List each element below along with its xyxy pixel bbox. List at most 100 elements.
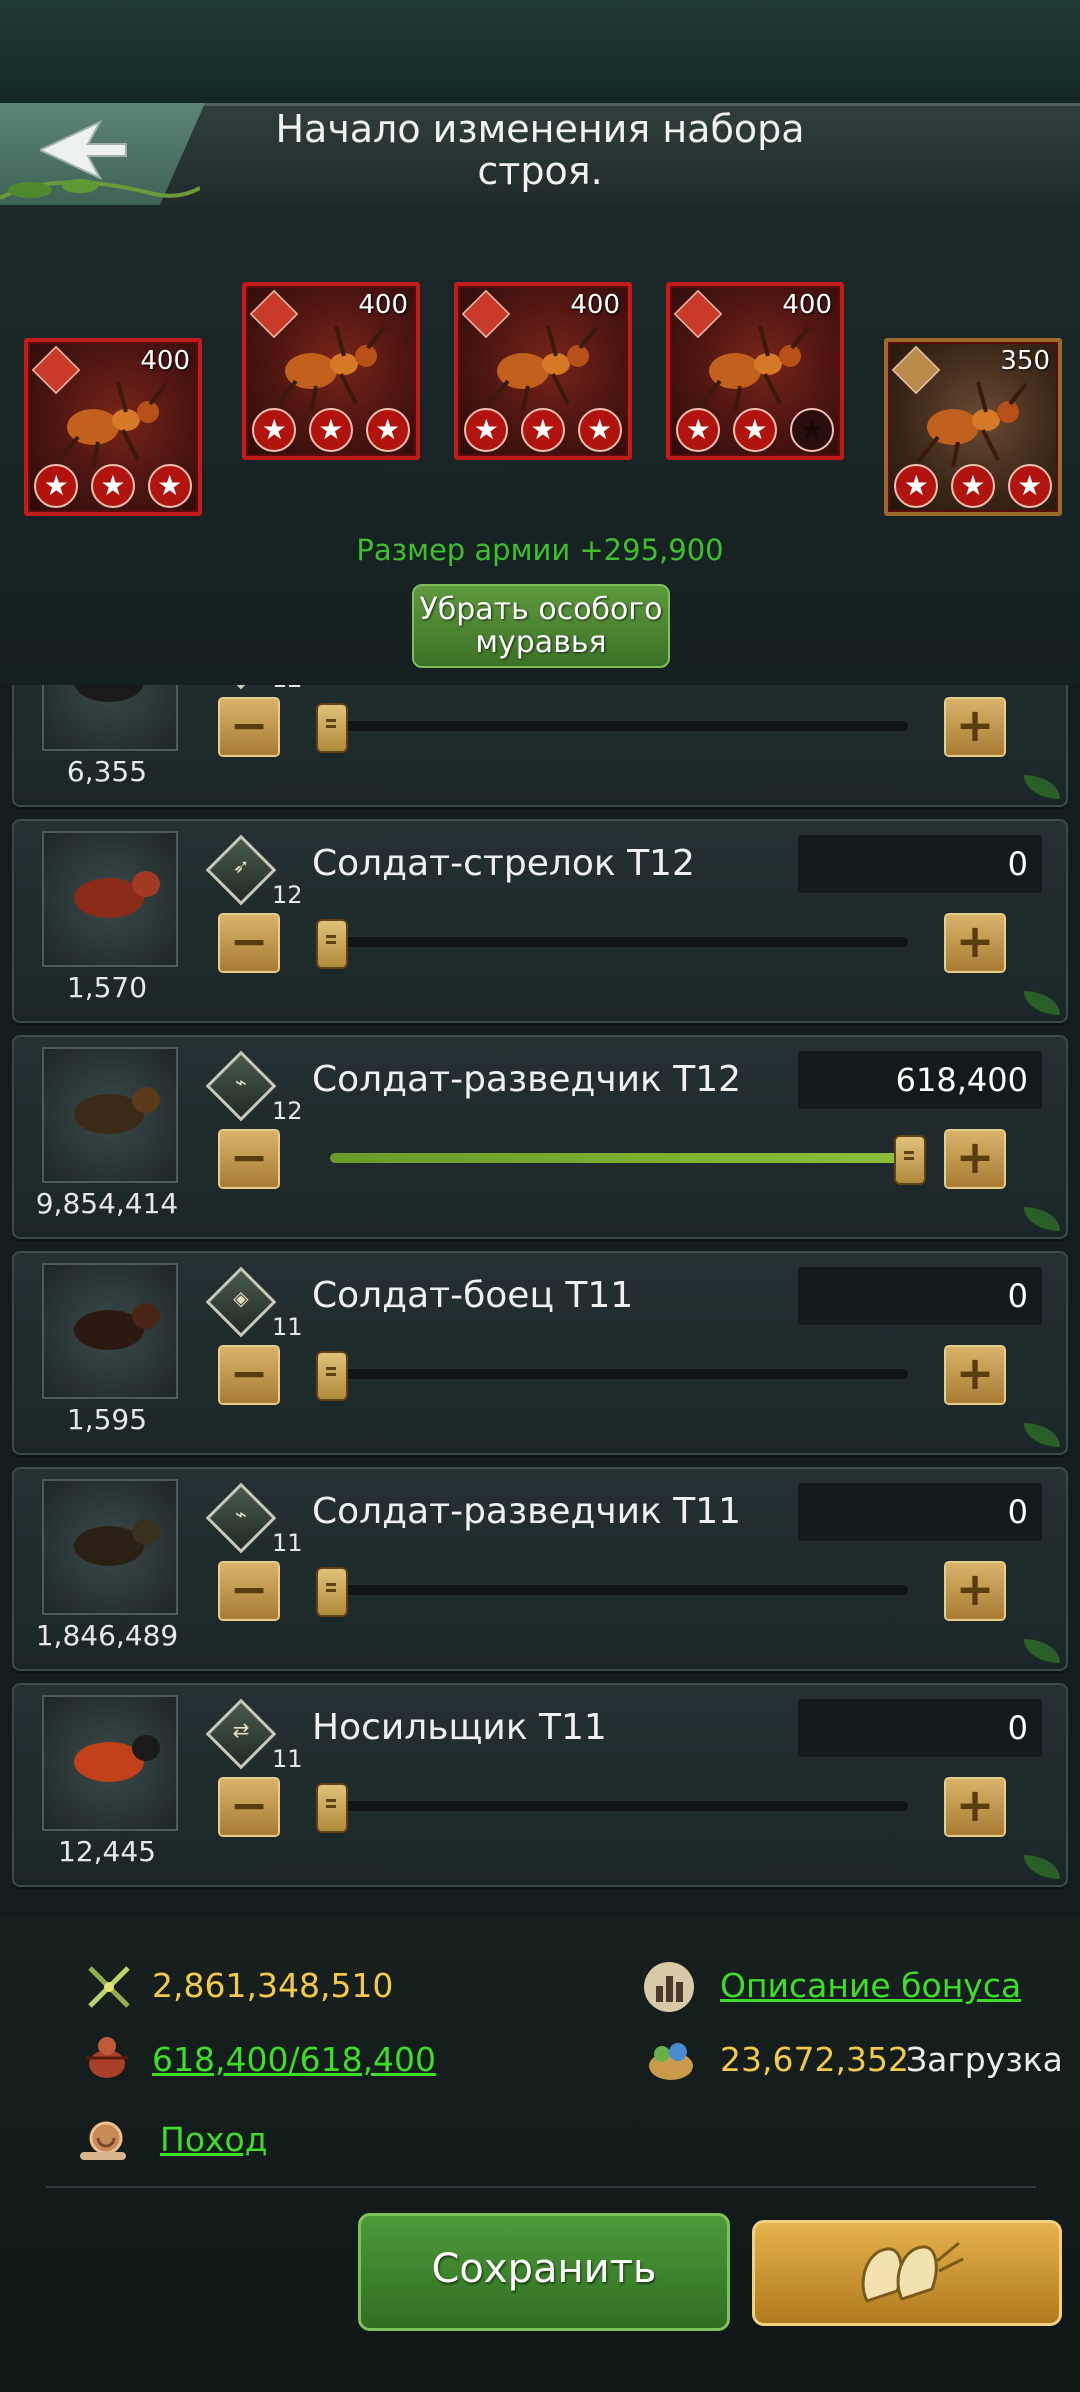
hero-card[interactable]: 400 ★ ★ ★ <box>454 282 632 460</box>
slider-handle[interactable] <box>894 1135 926 1185</box>
troop-amount-slider[interactable] <box>316 919 908 969</box>
decrease-button[interactable]: − <box>218 697 280 757</box>
leaf-decoration <box>1024 775 1060 799</box>
troop-amount-input[interactable]: 618,400 <box>798 1051 1042 1109</box>
troop-name: Солдат-стрелок T12 <box>312 843 695 884</box>
troop-amount-slider[interactable] <box>316 703 908 753</box>
star-icon: ★ <box>464 408 509 452</box>
troop-tier: 11 <box>272 1745 303 1773</box>
slider-handle[interactable] <box>316 1567 348 1617</box>
page-title: Начало изменения набора строя. <box>275 107 805 193</box>
troop-row: 9,854,414 ⌁ 12 Солдат-разведчик T12 618,400 −… <box>12 1035 1068 1239</box>
load-resources-icon <box>649 2043 693 2080</box>
hero-stars: ★ ★ ★ <box>670 408 840 452</box>
troop-available-count: 12,445 <box>58 1835 156 1868</box>
star-icon: ★ <box>732 408 777 452</box>
top-background <box>0 0 1080 105</box>
decrease-button[interactable]: − <box>218 1561 280 1621</box>
troop-portrait <box>42 1695 178 1831</box>
troop-portrait <box>42 685 178 751</box>
troop-type-icon: ➶ <box>205 834 277 906</box>
troop-available-count: 6,355 <box>66 755 148 788</box>
crossed-swords-icon <box>88 1966 130 2008</box>
bonus-description-link[interactable]: Описание бонуса <box>720 1966 1021 2005</box>
load-value: 23,672,352 <box>720 2040 909 2079</box>
decrease-button[interactable]: − <box>218 1777 280 1837</box>
troop-tier: 12 <box>272 1097 303 1125</box>
slider-handle[interactable] <box>316 1783 348 1833</box>
troop-row: 12,445 ⇄ 11 Носильщик T11 0 − + <box>12 1683 1068 1887</box>
increase-button[interactable]: + <box>944 913 1006 973</box>
hero-card[interactable]: 400 ★ ★ ★ <box>24 338 202 516</box>
hero-troop-count: 400 <box>570 290 620 320</box>
troop-list[interactable]: 6,355◈12Солдат-боец T120−+1,570➶12Солдат… <box>0 685 1080 1915</box>
star-icon: ★ <box>147 464 192 508</box>
ant-portrait-icon <box>274 325 386 412</box>
bonus-chart-icon[interactable] <box>642 1960 696 2014</box>
troop-tier: 12 <box>272 881 303 909</box>
troop-amount-input[interactable]: 0 <box>798 1483 1042 1541</box>
hero-card[interactable]: 400 ★ ★ ★ <box>242 282 420 460</box>
troop-row: 6,355◈12Солдат-боец T120−+ <box>12 685 1068 807</box>
troop-type-icon: ◈ <box>205 1266 277 1338</box>
troop-name: Солдат-разведчик T12 <box>312 1059 742 1100</box>
increase-button[interactable]: + <box>944 1561 1006 1621</box>
march-link[interactable]: Поход <box>160 2120 268 2159</box>
remove-special-ant-button[interactable]: Убрать особого муравья <box>412 584 670 668</box>
troop-type-icon: ⌁ <box>205 1050 277 1122</box>
hero-card[interactable]: 400 ★ ★ ★ <box>666 282 844 460</box>
troop-name: Носильщик T11 <box>312 1707 607 1748</box>
troop-row: 1,846,489 ⌁ 11 Солдат-разведчик T11 0 − + <box>12 1467 1068 1671</box>
star-icon: ★ <box>365 408 410 452</box>
army-size-label: Размер армии +295,900 <box>356 533 724 567</box>
ant-troops-icon <box>86 2037 128 2078</box>
troop-name: Солдат-боец T11 <box>312 1275 634 1316</box>
star-icon: ★ <box>789 408 834 452</box>
star-icon: ★ <box>676 408 721 452</box>
troop-amount-slider[interactable] <box>330 1135 926 1185</box>
troop-amount-slider[interactable] <box>316 1351 908 1401</box>
star-icon: ★ <box>950 464 995 508</box>
ant-portrait-icon <box>916 381 1028 468</box>
hero-troop-count: 400 <box>358 290 408 320</box>
ant-portrait-icon <box>698 325 810 412</box>
star-icon: ★ <box>520 408 565 452</box>
increase-button[interactable]: + <box>944 1345 1006 1405</box>
troop-count-link[interactable]: 618,400/618,400 <box>152 2040 436 2079</box>
hero-stars: ★ ★ ★ <box>28 464 198 508</box>
slider-handle[interactable] <box>316 1351 348 1401</box>
star-icon: ★ <box>308 408 353 452</box>
troop-portrait <box>42 1479 178 1615</box>
troop-available-count: 1,846,489 <box>35 1619 179 1652</box>
snail-icon <box>80 2121 126 2160</box>
decrease-button[interactable]: − <box>218 1129 280 1189</box>
march-button[interactable] <box>752 2220 1062 2326</box>
slider-handle[interactable] <box>316 703 348 753</box>
leaf-decoration <box>1024 991 1060 1015</box>
troop-amount-slider[interactable] <box>316 1783 908 1833</box>
hero-troop-count: 400 <box>782 290 832 320</box>
star-icon: ★ <box>1007 464 1052 508</box>
decrease-button[interactable]: − <box>218 1345 280 1405</box>
troop-amount-input[interactable]: 0 <box>798 1699 1042 1757</box>
increase-button[interactable]: + <box>944 697 1006 757</box>
decrease-button[interactable]: − <box>218 913 280 973</box>
increase-button[interactable]: + <box>944 1777 1006 1837</box>
troop-name: Солдат-разведчик T11 <box>312 1491 742 1532</box>
save-button[interactable]: Сохранить <box>358 2213 730 2331</box>
troop-row: 1,595 ◈ 11 Солдат-боец T11 0 − + <box>12 1251 1068 1455</box>
troop-tier: 11 <box>272 1529 303 1557</box>
slider-handle[interactable] <box>316 919 348 969</box>
troop-amount-input[interactable]: 0 <box>798 835 1042 893</box>
hero-card[interactable]: 350 ★ ★ ★ <box>884 338 1062 516</box>
ant-portrait-icon <box>56 381 168 468</box>
troop-amount-slider[interactable] <box>316 1567 908 1617</box>
troop-portrait <box>42 1263 178 1399</box>
leaf-decoration <box>1024 1639 1060 1663</box>
troop-amount-input[interactable]: 0 <box>798 1267 1042 1325</box>
increase-button[interactable]: + <box>944 1129 1006 1189</box>
hero-troop-count: 400 <box>140 346 190 376</box>
troop-tier: 11 <box>272 1313 303 1341</box>
troop-available-count: 9,854,414 <box>35 1187 179 1220</box>
slider-fill <box>330 1153 908 1163</box>
